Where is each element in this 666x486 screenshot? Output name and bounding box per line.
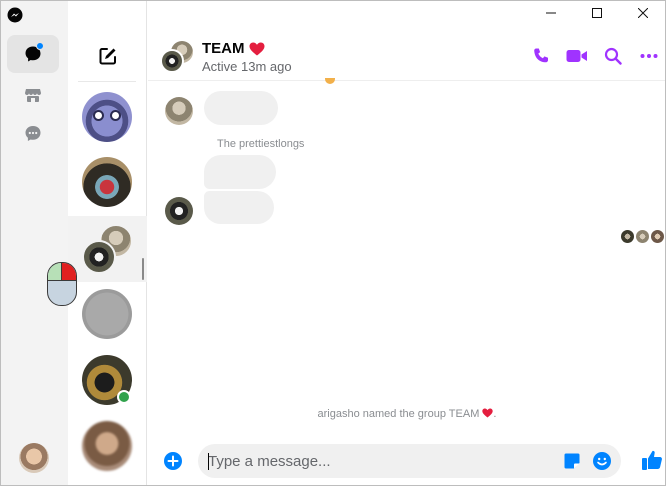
group-avatar-front — [82, 240, 116, 274]
messenger-window: TEAM Active 13m ago The prettiestlongs a… — [0, 0, 666, 486]
read-receipt-avatar — [636, 230, 649, 243]
more-options-button[interactable] — [638, 45, 660, 67]
group-avatar-front — [160, 49, 184, 73]
read-receipts — [621, 230, 664, 243]
scrollbar[interactable] — [142, 258, 144, 280]
store-icon — [25, 89, 41, 102]
minimize-icon — [546, 12, 556, 14]
message-bubble[interactable] — [204, 91, 278, 125]
unread-badge — [36, 42, 44, 50]
online-indicator — [117, 390, 131, 404]
conversation-item[interactable] — [82, 157, 132, 207]
conversation-item[interactable] — [82, 289, 132, 339]
conversation-item-selected[interactable] — [68, 216, 147, 282]
sender-avatar[interactable] — [165, 197, 193, 225]
header-actions — [530, 45, 660, 67]
new-message-button[interactable] — [97, 45, 119, 67]
voice-call-button[interactable] — [530, 45, 552, 67]
read-receipt-avatar — [621, 230, 634, 243]
mouse-right-button — [62, 263, 76, 281]
avatar-eye — [110, 110, 121, 121]
more-icon — [640, 54, 658, 58]
profile-avatar[interactable] — [19, 443, 49, 473]
search-icon — [604, 47, 622, 65]
system-message-text: arigasho named the group TEAM — [317, 408, 480, 420]
maximize-button[interactable] — [574, 1, 620, 25]
sender-name: The prettiestlongs — [217, 138, 305, 150]
phone-icon — [534, 48, 548, 63]
minimize-button[interactable] — [528, 1, 574, 25]
conversation-list — [68, 1, 147, 485]
close-icon — [638, 8, 648, 18]
text-caret — [208, 453, 209, 470]
message-thread[interactable]: The prettiestlongs arigasho named the gr… — [148, 78, 665, 437]
conversation-item[interactable] — [82, 92, 132, 142]
close-button[interactable] — [620, 1, 665, 25]
sender-avatar[interactable] — [165, 97, 193, 125]
chat-title[interactable]: TEAM — [202, 40, 265, 57]
message-bubble[interactable] — [204, 155, 276, 189]
message-input[interactable] — [208, 444, 548, 478]
avatar-eye — [93, 110, 104, 121]
message-input-container — [198, 444, 621, 478]
left-rail — [1, 1, 68, 485]
mouse-left-button — [48, 263, 62, 281]
message-bubble[interactable] — [204, 191, 274, 224]
add-attachment-icon[interactable] — [164, 452, 182, 470]
thumbs-up-icon[interactable] — [641, 449, 663, 471]
chat-title-text: TEAM — [202, 40, 245, 57]
compose-icon — [99, 48, 116, 65]
conversation-item[interactable] — [82, 355, 132, 405]
nav-marketplace[interactable] — [21, 83, 45, 107]
mouse-click-indicator-icon — [47, 262, 77, 306]
emoji-icon[interactable] — [593, 452, 611, 470]
video-icon — [566, 50, 587, 62]
active-status: Active 13m ago — [202, 59, 292, 74]
search-button[interactable] — [602, 45, 624, 67]
nav-chats[interactable] — [7, 35, 59, 73]
system-message-end: . — [493, 408, 497, 420]
conversation-item[interactable] — [82, 421, 132, 471]
reaction-fragment — [325, 78, 335, 84]
maximize-icon — [592, 8, 602, 18]
read-receipt-avatar — [651, 230, 664, 243]
chat-dots-icon — [25, 126, 41, 141]
sticker-icon[interactable] — [563, 452, 581, 470]
video-call-button[interactable] — [566, 45, 588, 67]
chat-header: TEAM Active 13m ago — [148, 1, 665, 81]
divider — [78, 81, 136, 82]
composer — [148, 437, 665, 485]
system-message: arigasho named the group TEAM . — [148, 408, 665, 420]
messenger-logo-icon — [7, 7, 23, 23]
heart-icon — [249, 42, 264, 55]
heart-icon — [482, 408, 494, 418]
window-controls — [528, 1, 665, 25]
nav-requests[interactable] — [21, 122, 45, 146]
